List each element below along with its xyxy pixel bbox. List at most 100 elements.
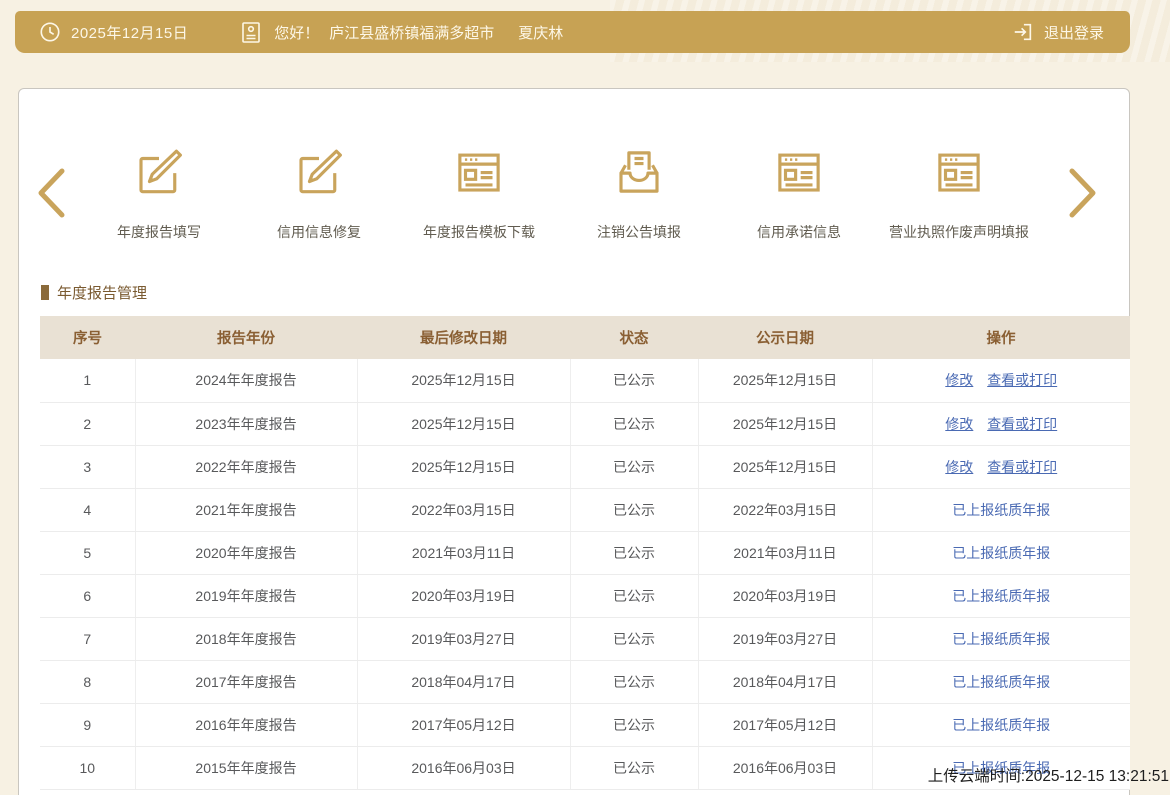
cell-year: 2016年年度报告 — [135, 703, 357, 746]
cell-actions: 已上报纸质年报 — [872, 703, 1130, 746]
cell-year: 2015年年度报告 — [135, 746, 357, 789]
cell-year: 2021年年度报告 — [135, 488, 357, 531]
cell-status: 已公示 — [570, 488, 698, 531]
cell-published: 2025年12月15日 — [698, 359, 872, 402]
inbox-document-icon — [612, 144, 666, 200]
table-row: 4 2021年年度报告 2022年03月15日 已公示 2022年03月15日 … — [40, 488, 1130, 531]
cell-no: 1 — [40, 359, 135, 402]
logout-icon — [1012, 21, 1034, 43]
cell-status: 已公示 — [570, 660, 698, 703]
cell-published: 2020年03月19日 — [698, 574, 872, 617]
action-link-primary[interactable]: 修改 — [945, 459, 973, 475]
cell-modified: 2017年05月12日 — [357, 703, 570, 746]
document-page-icon — [452, 144, 506, 200]
cell-published: 2025年12月15日 — [698, 402, 872, 445]
action-link-primary[interactable]: 已上报纸质年报 — [952, 545, 1050, 561]
cell-status: 已公示 — [570, 359, 698, 402]
cell-published: 2017年05月12日 — [698, 703, 872, 746]
cell-year: 2017年年度报告 — [135, 660, 357, 703]
cell-published: 2019年03月27日 — [698, 617, 872, 660]
cell-modified: 2018年04月17日 — [357, 660, 570, 703]
cell-actions: 已上报纸质年报 — [872, 617, 1130, 660]
clock-icon — [39, 21, 61, 43]
column-header-published: 公示日期 — [698, 316, 872, 359]
cell-year: 2018年年度报告 — [135, 617, 357, 660]
cell-no: 9 — [40, 703, 135, 746]
table-row: 1 2024年年度报告 2025年12月15日 已公示 2025年12月15日 … — [40, 359, 1130, 402]
chevron-left-icon[interactable] — [35, 167, 67, 224]
cell-year: 2023年年度报告 — [135, 402, 357, 445]
column-header-modified: 最后修改日期 — [357, 316, 570, 359]
cell-modified: 2016年06月03日 — [357, 746, 570, 789]
cell-actions: 修改 查看或打印 — [872, 445, 1130, 488]
main-panel: 年度报告填写 信用信息修复 — [18, 88, 1130, 795]
cell-actions: 已上报纸质年报 — [872, 488, 1130, 531]
cell-no: 8 — [40, 660, 135, 703]
action-link-primary[interactable]: 已上报纸质年报 — [952, 588, 1050, 604]
menu-item-annual-report-fill[interactable]: 年度报告填写 — [79, 144, 239, 242]
cell-status: 已公示 — [570, 402, 698, 445]
upload-timestamp-watermark: 上传云端时间:2025-12-15 13:21:51 — [928, 764, 1169, 786]
user-name: 夏庆林 — [518, 22, 563, 43]
action-link-primary[interactable]: 已上报纸质年报 — [952, 674, 1050, 690]
logout-label: 退出登录 — [1044, 22, 1104, 43]
cell-modified: 2019年03月27日 — [357, 617, 570, 660]
cell-modified: 2020年03月19日 — [357, 574, 570, 617]
action-link-primary[interactable]: 已上报纸质年报 — [952, 631, 1050, 647]
menu-item-cancellation-notice[interactable]: 注销公告填报 — [559, 144, 719, 242]
table-row: 3 2022年年度报告 2025年12月15日 已公示 2025年12月15日 … — [40, 445, 1130, 488]
cell-status: 已公示 — [570, 531, 698, 574]
column-header-year: 报告年份 — [135, 316, 357, 359]
section-title-text: 年度报告管理 — [57, 282, 147, 303]
cell-published: 2021年03月11日 — [698, 531, 872, 574]
action-link-secondary[interactable]: 查看或打印 — [987, 459, 1057, 475]
table-row: 5 2020年年度报告 2021年03月11日 已公示 2021年03月11日 … — [40, 531, 1130, 574]
cell-no: 3 — [40, 445, 135, 488]
document-page-icon — [932, 144, 986, 200]
menu-item-template-download[interactable]: 年度报告模板下载 — [399, 144, 559, 242]
cell-status: 已公示 — [570, 703, 698, 746]
cell-published: 2025年12月15日 — [698, 445, 872, 488]
cell-year: 2022年年度报告 — [135, 445, 357, 488]
cell-published: 2022年03月15日 — [698, 488, 872, 531]
cell-no: 2 — [40, 402, 135, 445]
menu-item-label: 信用信息修复 — [277, 222, 361, 242]
action-link-secondary[interactable]: 查看或打印 — [987, 372, 1057, 388]
section-bullet-icon — [41, 285, 49, 300]
menu-item-label: 年度报告填写 — [117, 222, 201, 242]
cell-no: 5 — [40, 531, 135, 574]
edit-pencil-icon — [292, 144, 346, 200]
annual-report-table: 序号 报告年份 最后修改日期 状态 公示日期 操作 1 2024年年度报告 20… — [40, 316, 1130, 790]
table-row: 8 2017年年度报告 2018年04月17日 已公示 2018年04月17日 … — [40, 660, 1130, 703]
table-row: 2 2023年年度报告 2025年12月15日 已公示 2025年12月15日 … — [40, 402, 1130, 445]
action-link-primary[interactable]: 已上报纸质年报 — [952, 717, 1050, 733]
cell-published: 2018年04月17日 — [698, 660, 872, 703]
menu-item-license-void-declaration[interactable]: 营业执照作废声明填报 — [879, 144, 1039, 242]
action-link-primary[interactable]: 修改 — [945, 416, 973, 432]
chevron-right-icon[interactable] — [1067, 167, 1099, 224]
cell-year: 2024年年度报告 — [135, 359, 357, 402]
edit-pencil-icon — [132, 144, 186, 200]
cell-actions: 修改 查看或打印 — [872, 359, 1130, 402]
function-menu: 年度报告填写 信用信息修复 — [19, 89, 1129, 242]
cell-published: 2016年06月03日 — [698, 746, 872, 789]
action-link-primary[interactable]: 已上报纸质年报 — [952, 502, 1050, 518]
section-title: 年度报告管理 — [41, 282, 1129, 303]
menu-item-credit-commitment[interactable]: 信用承诺信息 — [719, 144, 879, 242]
cell-modified: 2025年12月15日 — [357, 402, 570, 445]
table-header: 序号 报告年份 最后修改日期 状态 公示日期 操作 — [40, 316, 1130, 359]
cell-status: 已公示 — [570, 574, 698, 617]
cell-actions: 已上报纸质年报 — [872, 574, 1130, 617]
cell-actions: 已上报纸质年报 — [872, 531, 1130, 574]
cell-status: 已公示 — [570, 617, 698, 660]
action-link-secondary[interactable]: 查看或打印 — [987, 416, 1057, 432]
cell-year: 2020年年度报告 — [135, 531, 357, 574]
logout-button[interactable]: 退出登录 — [1002, 21, 1104, 43]
action-link-primary[interactable]: 修改 — [945, 372, 973, 388]
column-header-actions: 操作 — [872, 316, 1130, 359]
menu-item-credit-repair[interactable]: 信用信息修复 — [239, 144, 399, 242]
cell-year: 2019年年度报告 — [135, 574, 357, 617]
cell-status: 已公示 — [570, 445, 698, 488]
menu-item-label: 营业执照作废声明填报 — [889, 222, 1029, 242]
cell-actions: 修改 查看或打印 — [872, 402, 1130, 445]
